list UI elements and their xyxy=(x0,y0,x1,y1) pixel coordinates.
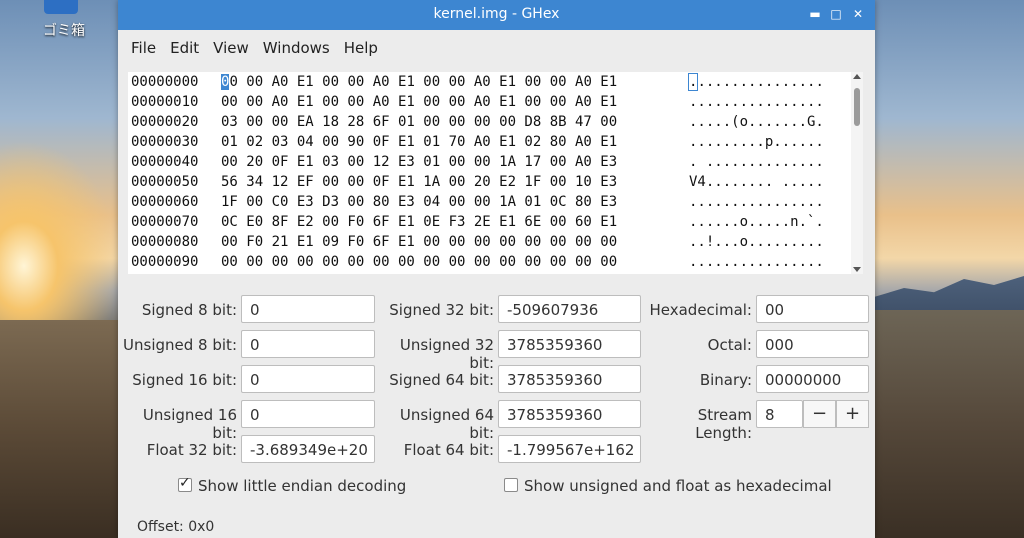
hex-row-bytes[interactable]: 00 00 A0 E1 00 00 A0 E1 00 00 A0 E1 00 0… xyxy=(221,92,617,112)
menu-edit[interactable]: Edit xyxy=(163,39,206,57)
unsigned8-label: Unsigned 8 bit: xyxy=(123,336,237,354)
unsigned16-label: Unsigned 16 bit: xyxy=(142,406,237,442)
hex-row-ascii[interactable]: .........p...... xyxy=(689,132,824,152)
binary-field[interactable]: 00000000 xyxy=(756,365,869,393)
hex-row-bytes[interactable]: 0C E0 8F E2 00 F0 6F E1 0E F3 2E E1 6E 0… xyxy=(221,212,617,232)
hex-row-ascii[interactable]: V4........ ..... xyxy=(689,172,824,192)
float32-label: Float 32 bit: xyxy=(146,441,237,459)
hex-row-offset: 00000040 xyxy=(131,154,199,170)
octal-label: Octal: xyxy=(707,336,752,354)
hex-row-offset: 00000080 xyxy=(131,234,199,250)
menu-bar: File Edit View Windows Help xyxy=(118,30,875,66)
float64-label: Float 64 bit: xyxy=(403,441,494,459)
maximize-button[interactable]: □ xyxy=(827,5,845,23)
hex-scrollbar[interactable] xyxy=(851,72,863,274)
hex-row-bytes[interactable]: 00 F0 21 E1 09 F0 6F E1 00 00 00 00 00 0… xyxy=(221,232,617,252)
hex-row-ascii[interactable]: ................ xyxy=(689,192,824,212)
unsigned64-field[interactable]: 3785359360 xyxy=(498,400,641,428)
scroll-down-icon[interactable] xyxy=(853,267,861,272)
hex-row-bytes[interactable]: 00 00 00 00 00 00 00 00 00 00 00 00 00 0… xyxy=(221,252,617,272)
hex-row-bytes[interactable]: 00 20 0F E1 03 00 12 E3 01 00 00 1A 17 0… xyxy=(221,152,617,172)
float64-field[interactable]: -1.799567e+162 xyxy=(498,435,641,463)
hex-row-ascii[interactable]: .....(o.......G. xyxy=(689,112,824,132)
hex-row-offset: 00000000 xyxy=(131,74,199,90)
scroll-up-icon[interactable] xyxy=(853,74,861,79)
minimize-button[interactable]: ▬ xyxy=(806,5,824,23)
octal-field[interactable]: 000 xyxy=(756,330,869,358)
trash-icon xyxy=(44,0,78,14)
hex-view[interactable]: 00000000 00 00 A0 E1 00 00 A0 E1 00 00 A0… xyxy=(128,72,863,274)
trash-desktop-icon[interactable]: ゴミ箱 xyxy=(38,0,86,40)
unsigned-hex-label[interactable]: Show unsigned and float as hexadecimal xyxy=(524,477,832,495)
unsigned32-field[interactable]: 3785359360 xyxy=(498,330,641,358)
hex-row-ascii[interactable]: . .............. xyxy=(689,152,824,172)
hex-row-ascii[interactable]: ......o.....n.`. xyxy=(689,212,824,232)
unsigned-hex-checkbox[interactable] xyxy=(504,478,518,492)
unsigned32-label: Unsigned 32 bit: xyxy=(399,336,494,372)
desktop-ground-left xyxy=(0,320,120,538)
stream-length-increment-button[interactable]: + xyxy=(836,400,869,428)
hex-row-offset: 00000020 xyxy=(131,114,199,130)
desktop-mountains xyxy=(874,276,1024,315)
unsigned8-field[interactable]: 0 xyxy=(241,330,375,358)
signed16-field[interactable]: 0 xyxy=(241,365,375,393)
desktop-sunlight xyxy=(0,140,120,320)
ghex-window: kernel.img - GHex ▬ □ ✕ File Edit View W… xyxy=(118,0,875,538)
signed32-field[interactable]: -509607936 xyxy=(498,295,641,323)
trash-label: ゴミ箱 xyxy=(43,23,85,39)
window-title: kernel.img - GHex xyxy=(433,6,560,22)
signed8-label: Signed 8 bit: xyxy=(141,301,237,319)
unsigned64-label: Unsigned 64 bit: xyxy=(399,406,494,442)
hex-row-bytes[interactable]: 03 00 00 EA 18 28 6F 01 00 00 00 00 D8 8… xyxy=(221,112,617,132)
hex-label: Hexadecimal: xyxy=(649,301,752,319)
stream-length-field[interactable]: 8 xyxy=(756,400,803,428)
hex-row-offset: 00000090 xyxy=(131,254,199,270)
hex-row-ascii[interactable]: ................ xyxy=(687,72,824,92)
hex-row-offset: 00000010 xyxy=(131,94,199,110)
signed64-label: Signed 64 bit: xyxy=(389,371,494,389)
hex-row-offset: 00000060 xyxy=(131,194,199,210)
stream-length-decrement-button[interactable]: − xyxy=(803,400,836,428)
little-endian-checkbox[interactable] xyxy=(178,475,192,492)
binary-label: Binary: xyxy=(699,371,752,389)
stream-length-label: Stream Length: xyxy=(695,406,752,442)
hex-field[interactable]: 00 xyxy=(756,295,869,323)
signed16-label: Signed 16 bit: xyxy=(132,371,237,389)
ascii-cursor: . xyxy=(687,73,699,91)
signed32-label: Signed 32 bit: xyxy=(389,301,494,319)
float32-field[interactable]: -3.689349e+20 xyxy=(241,435,375,463)
desktop-ground-right xyxy=(874,310,1024,538)
status-offset: Offset: 0x0 xyxy=(137,519,215,535)
hex-row-ascii[interactable]: ................ xyxy=(689,92,824,112)
hex-row-offset: 00000070 xyxy=(131,214,199,230)
signed8-field[interactable]: 0 xyxy=(241,295,375,323)
hex-row-bytes[interactable]: 01 02 03 04 00 90 0F E1 01 70 A0 E1 02 8… xyxy=(221,132,617,152)
title-bar[interactable]: kernel.img - GHex ▬ □ ✕ xyxy=(118,0,875,30)
menu-view[interactable]: View xyxy=(206,39,256,57)
hex-row-offset: 00000050 xyxy=(131,174,199,190)
unsigned16-field[interactable]: 0 xyxy=(241,400,375,428)
hex-row-offset: 00000030 xyxy=(131,134,199,150)
hex-row-bytes[interactable]: 00 00 A0 E1 00 00 A0 E1 00 00 A0 E1 00 0… xyxy=(221,72,617,92)
little-endian-label[interactable]: Show little endian decoding xyxy=(198,477,406,495)
menu-help[interactable]: Help xyxy=(337,39,385,57)
menu-file[interactable]: File xyxy=(124,39,163,57)
hex-row-bytes[interactable]: 56 34 12 EF 00 00 0F E1 1A 00 20 E2 1F 0… xyxy=(221,172,617,192)
signed64-field[interactable]: 3785359360 xyxy=(498,365,641,393)
hex-row-bytes[interactable]: 1F 00 C0 E3 D3 00 80 E3 04 00 00 1A 01 0… xyxy=(221,192,617,212)
menu-windows[interactable]: Windows xyxy=(256,39,337,57)
hex-row-ascii[interactable]: ..!...o......... xyxy=(689,232,824,252)
close-button[interactable]: ✕ xyxy=(849,5,867,23)
hex-cursor: 0 xyxy=(221,74,230,90)
scroll-thumb[interactable] xyxy=(854,88,860,126)
hex-row-ascii[interactable]: ................ xyxy=(689,252,824,272)
